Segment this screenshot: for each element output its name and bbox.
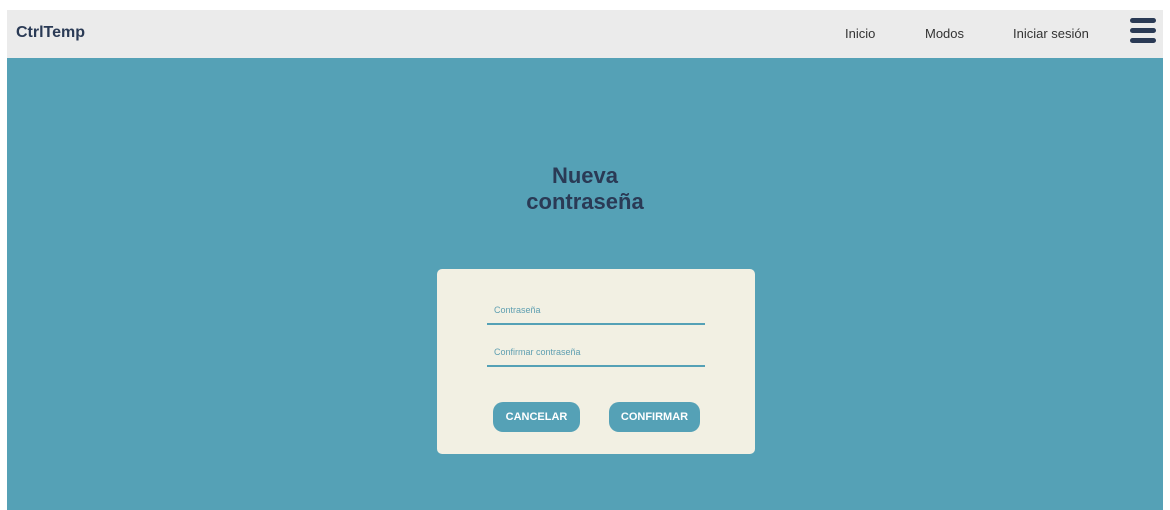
page-title: Nueva contraseña: [7, 163, 1163, 215]
password-input[interactable]: [487, 299, 705, 321]
cancel-button[interactable]: CANCELAR: [493, 402, 580, 432]
nav-link-modos[interactable]: Modos: [925, 26, 964, 41]
hamburger-bar: [1130, 38, 1156, 43]
confirm-button[interactable]: CONFIRMAR: [609, 402, 700, 432]
page-title-line2: contraseña: [526, 189, 644, 214]
nav-link-inicio[interactable]: Inicio: [845, 26, 875, 41]
hamburger-bar: [1130, 28, 1156, 33]
nav-link-iniciar-sesion[interactable]: Iniciar sesión: [1013, 26, 1089, 41]
password-field: [487, 299, 705, 325]
navbar: CtrlTemp Inicio Modos Iniciar sesión: [7, 10, 1163, 58]
app-frame: CtrlTemp Inicio Modos Iniciar sesión Nue…: [7, 10, 1163, 510]
password-form-card: CANCELAR CONFIRMAR: [437, 269, 755, 454]
hamburger-menu-icon[interactable]: [1130, 18, 1156, 44]
page-title-line1: Nueva: [551, 163, 619, 188]
confirm-password-field: [487, 341, 705, 367]
confirm-password-input[interactable]: [487, 341, 705, 363]
main-content: Nueva contraseña CANCELAR CONFIRMAR: [7, 58, 1163, 510]
brand-logo[interactable]: CtrlTemp: [16, 24, 85, 42]
hamburger-bar: [1130, 18, 1156, 23]
